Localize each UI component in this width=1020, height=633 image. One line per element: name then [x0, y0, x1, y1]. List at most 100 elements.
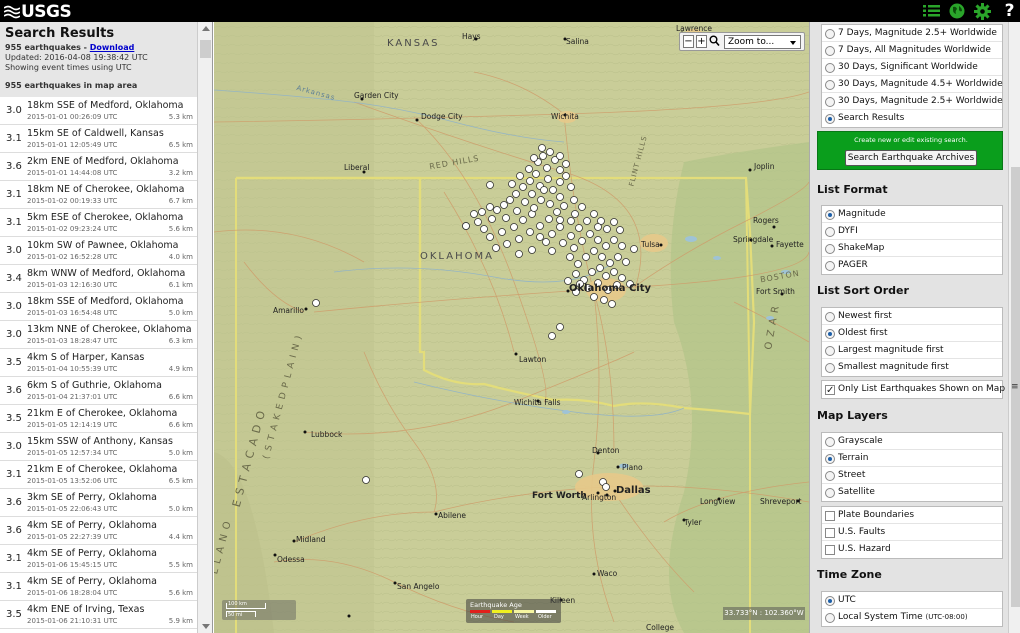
list-item[interactable]: 3.5 4km ENE of Irving, Texas 2015-01-06 21…: [0, 601, 197, 629]
map-layer-option[interactable]: Terrain: [822, 450, 1002, 467]
list-item[interactable]: 3.1 18km NE of Cherokee, Oklahoma 2015-01-…: [0, 181, 197, 209]
earthquake-depth: 6.5 km: [168, 477, 193, 485]
zoom-out-button[interactable]: −: [683, 35, 694, 48]
map-layer-option[interactable]: Street: [822, 467, 1002, 484]
feed-option[interactable]: Search Results: [822, 110, 1002, 127]
sort-order-option[interactable]: Smallest magnitude first: [822, 359, 1002, 376]
list-item[interactable]: 3.1 4km SE of Perry, Oklahoma 2015-01-06 1…: [0, 545, 197, 573]
zoom-to-select[interactable]: Zoom to...: [724, 35, 801, 49]
earthquake-place: 18km SSE of Medford, Oklahoma: [27, 296, 184, 307]
download-link[interactable]: Download: [90, 43, 135, 52]
sort-order-radio[interactable]: [825, 363, 835, 373]
sort-order-option[interactable]: Oldest first: [822, 325, 1002, 342]
earthquake-depth: 6.3 km: [168, 337, 193, 345]
list-item[interactable]: 3.0 10km SW of Pawnee, Oklahoma 2015-01-02…: [0, 237, 197, 265]
overlay-checkbox[interactable]: [825, 545, 835, 555]
results-scrollbar[interactable]: [197, 22, 212, 633]
search-archives-button[interactable]: Search Earthquake Archives: [845, 150, 977, 166]
earthquake-place: 15km SSW of Anthony, Kansas: [27, 436, 173, 447]
map-view[interactable]: KANSAS OKLAHOMA Hays Salina Lawrence Gar…: [214, 22, 809, 633]
map-label-fayetteville: Fayette: [776, 240, 804, 249]
list-item[interactable]: 3.5 4km S of Harper, Kansas 2015-01-04 10:…: [0, 349, 197, 377]
list-item[interactable]: 3.1 21km E of Cherokee, Oklahoma 2015-01-0…: [0, 461, 197, 489]
settings-scrollbar[interactable]: [1008, 22, 1020, 633]
overlay-option[interactable]: U.S. Hazard: [822, 541, 1002, 558]
scroll-down-arrow-icon[interactable]: [202, 624, 210, 629]
earthquake-depth: 6.1 km: [168, 281, 193, 289]
list-format-radio[interactable]: [825, 261, 835, 271]
earthquake-time: 2015-01-04 10:55:39 UTC: [27, 365, 118, 373]
list-item[interactable]: 3.0 18km SSE of Medford, Oklahoma 2015-01-…: [0, 293, 197, 321]
tz-local-option[interactable]: Local System Time (UTC-08:00): [822, 609, 1002, 626]
tz-local-radio[interactable]: [825, 613, 835, 623]
overlay-checkbox[interactable]: [825, 528, 835, 538]
globe-icon[interactable]: [947, 2, 966, 20]
earthquake-time: 2015-01-05 12:14:19 UTC: [27, 421, 118, 429]
feed-option[interactable]: 7 Days, All Magnitudes Worldwide: [822, 42, 1002, 59]
scroll-thumb[interactable]: [200, 40, 211, 58]
feed-radio[interactable]: [825, 80, 835, 90]
sort-order-radio[interactable]: [825, 329, 835, 339]
list-item[interactable]: 3.1 4km SE of Perry, Oklahoma 2015-01-06 1…: [0, 573, 197, 601]
map-layer-radio[interactable]: [825, 488, 835, 498]
earthquake-magnitude: 3.0: [6, 441, 22, 452]
map-label-fort-worth: Fort Worth: [532, 491, 587, 501]
list-format-radio[interactable]: [825, 244, 835, 254]
map-layer-radio[interactable]: [825, 437, 835, 447]
earthquake-place: 4km SE of Perry, Oklahoma: [27, 576, 157, 587]
list-item[interactable]: 3.6 6km S of Guthrie, Oklahoma 2015-01-04 …: [0, 377, 197, 405]
sort-order-radio[interactable]: [825, 346, 835, 356]
magnifier-icon[interactable]: [709, 35, 720, 48]
list-item[interactable]: 3.4 8km WNW of Medford, Oklahoma 2015-01-0…: [0, 265, 197, 293]
feed-option[interactable]: 30 Days, Magnitude 2.5+ Worldwide: [822, 93, 1003, 110]
help-icon[interactable]: ?: [1000, 1, 1019, 21]
earthquake-place: 2km ENE of Medford, Oklahoma: [27, 156, 179, 167]
overlay-option[interactable]: Plate Boundaries: [822, 507, 1002, 524]
resize-handle-icon[interactable]: ≡: [1011, 382, 1020, 396]
overlay-option[interactable]: U.S. Faults: [822, 524, 1002, 541]
list-format-option[interactable]: Magnitude: [822, 206, 1002, 223]
list-format-option[interactable]: PAGER: [822, 257, 1002, 274]
list-item[interactable]: 3.6 3km SE of Perry, Oklahoma 2015-01-05 2…: [0, 489, 197, 517]
sort-order-option[interactable]: Newest first: [822, 308, 1002, 325]
legend-older-swatch: [536, 610, 556, 613]
tz-utc-radio[interactable]: [825, 596, 835, 606]
usgs-logo[interactable]: USGS: [4, 2, 72, 22]
list-item[interactable]: 3.0 13km NNE of Cherokee, Oklahoma 2015-01…: [0, 321, 197, 349]
list-icon[interactable]: [922, 2, 941, 20]
list-item[interactable]: 3.0 18km SSE of Medford, Oklahoma 2015-01-…: [0, 97, 197, 125]
list-item[interactable]: 3.0 15km SSW of Anthony, Kansas 2015-01-05…: [0, 433, 197, 461]
scroll-up-arrow-icon[interactable]: [202, 26, 210, 31]
feed-radio[interactable]: [825, 97, 835, 107]
map-label-oklahoma-city: Oklahoma City: [569, 283, 652, 294]
feed-option[interactable]: 30 Days, Significant Worldwide: [822, 59, 1002, 76]
feed-radio[interactable]: [825, 63, 835, 73]
feed-option[interactable]: 30 Days, Magnitude 4.5+ Worldwide: [822, 76, 1003, 93]
list-item[interactable]: 3.6 4km SE of Perry, Oklahoma 2015-01-05 2…: [0, 517, 197, 545]
list-item[interactable]: 3.6 2km ENE of Medford, Oklahoma 2015-01-0…: [0, 153, 197, 181]
map-layer-radio[interactable]: [825, 454, 835, 464]
list-format-option[interactable]: ShakeMap: [822, 240, 1002, 257]
only-list-checkbox-row[interactable]: Only List Earthquakes Shown on Map: [822, 381, 1005, 399]
feed-radio[interactable]: [825, 114, 835, 124]
sort-order-radio[interactable]: [825, 312, 835, 322]
gear-icon[interactable]: [973, 2, 992, 20]
earthquake-depth: 5.0 km: [168, 449, 193, 457]
feed-option[interactable]: 7 Days, Magnitude 2.5+ Worldwide: [822, 25, 1002, 42]
map-layer-radio[interactable]: [825, 471, 835, 481]
zoom-in-button[interactable]: +: [696, 35, 707, 48]
sort-order-option[interactable]: Largest magnitude first: [822, 342, 1002, 359]
list-format-radio[interactable]: [825, 227, 835, 237]
feed-radio[interactable]: [825, 29, 835, 39]
list-format-radio[interactable]: [825, 210, 835, 220]
list-item[interactable]: 3.5 21km E of Cherokee, Oklahoma 2015-01-0…: [0, 405, 197, 433]
tz-utc-option[interactable]: UTC: [822, 592, 1002, 609]
map-layer-option[interactable]: Grayscale: [822, 433, 1002, 450]
list-item[interactable]: 3.1 15km SE of Caldwell, Kansas 2015-01-01…: [0, 125, 197, 153]
list-item[interactable]: 3.1 5km ESE of Cherokee, Oklahoma 2015-01-…: [0, 209, 197, 237]
list-format-option[interactable]: DYFI: [822, 223, 1002, 240]
map-layer-option[interactable]: Satellite: [822, 484, 1002, 501]
overlay-checkbox[interactable]: [825, 511, 835, 521]
only-list-checkbox[interactable]: [825, 382, 835, 399]
feed-radio[interactable]: [825, 46, 835, 56]
